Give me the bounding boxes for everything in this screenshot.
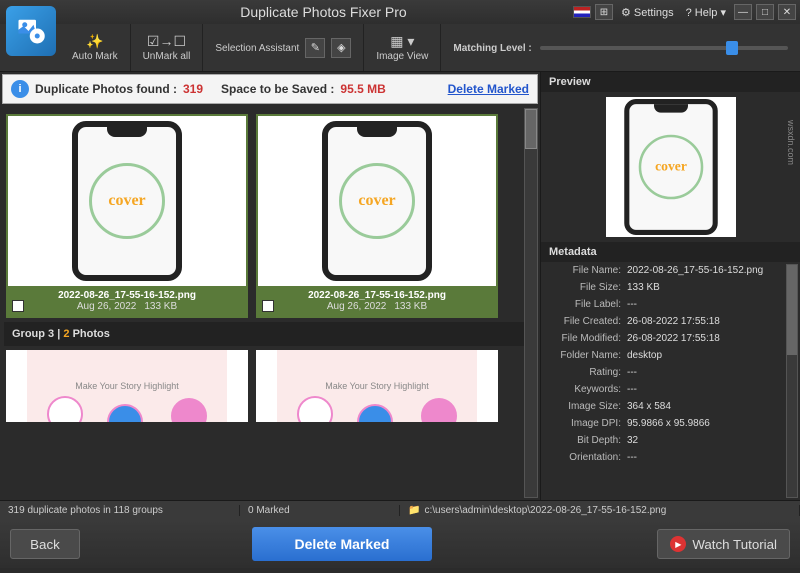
minimize-button[interactable]: — (734, 4, 752, 20)
help-button[interactable]: ? Help ▾ (686, 6, 726, 19)
toolbar: ✨ Auto Mark ☑→☐ UnMark all Selection Ass… (0, 24, 800, 72)
auto-mark-button[interactable]: ✨ Auto Mark (60, 24, 131, 71)
image-view-label: Image View (376, 51, 428, 62)
sel-assist-btn2[interactable]: ◈ (331, 38, 351, 58)
thumbnail-card[interactable]: cover 2022-08-26_17-55-16-152.png Aug 26… (256, 114, 498, 318)
back-button[interactable]: Back (10, 529, 80, 559)
grid-view-icon: ▦ ▾ (390, 33, 414, 50)
dup-found-count: 319 (183, 82, 203, 96)
scroll-thumb[interactable] (787, 265, 797, 355)
meta-created: 26-08-2022 17:55:18 (627, 316, 794, 327)
matching-level-label: Matching Level : (453, 43, 531, 54)
meta-dpi: 95.9866 x 95.9866 (627, 418, 794, 429)
thumb-size: 133 KB (144, 301, 177, 312)
slider-thumb[interactable] (726, 41, 738, 55)
meta-rating: --- (627, 367, 794, 378)
flag-icon[interactable] (573, 6, 591, 18)
wand-icon: ✨ (86, 33, 103, 50)
play-icon: ▶ (670, 536, 686, 552)
wreath-text: cover (108, 192, 145, 210)
thumb-date: Aug 26, 2022 (327, 301, 387, 312)
status-path-cell: 📁 c:\users\admin\desktop\2022-08-26_17-55… (400, 505, 800, 516)
info-bar: i Duplicate Photos found : 319 Space to … (2, 74, 538, 104)
meta-filesize: 133 KB (627, 282, 794, 293)
auto-mark-label: Auto Mark (72, 51, 118, 62)
thumbnail-card[interactable]: Make Your Story Highlight (256, 350, 498, 422)
scroll-thumb[interactable] (525, 109, 537, 149)
folder-icon: 📁 (408, 505, 420, 516)
meta-folder: desktop (627, 350, 794, 361)
dup-found-label: Duplicate Photos found : (35, 82, 177, 96)
app-title: Duplicate Photos Fixer Pro (74, 4, 573, 20)
group-name: Group 3 (12, 328, 54, 340)
maximize-button[interactable]: □ (756, 4, 774, 20)
selection-assistant: Selection Assistant ✎ ◈ (203, 24, 364, 71)
space-value: 95.5 MB (340, 82, 385, 96)
thumb-size: 133 KB (394, 301, 427, 312)
status-dup-groups: 319 duplicate photos in 118 groups (0, 505, 240, 516)
delete-marked-link[interactable]: Delete Marked (448, 82, 529, 96)
info-icon: i (11, 80, 29, 98)
meta-filelabel: --- (627, 299, 794, 310)
thumb-date: Aug 26, 2022 (77, 301, 137, 312)
delete-marked-button[interactable]: Delete Marked (252, 527, 432, 561)
thumb-filename: 2022-08-26_17-55-16-152.png (12, 290, 242, 301)
preview-header: Preview (541, 72, 800, 92)
thumbnails-area: cover 2022-08-26_17-55-16-152.png Aug 26… (0, 106, 540, 500)
story-text: Make Your Story Highlight (75, 381, 179, 391)
preview-box: cover (541, 92, 800, 242)
thumbnail-card[interactable]: cover 2022-08-26_17-55-16-152.png Aug 26… (6, 114, 248, 318)
meta-orientation: --- (627, 452, 794, 463)
metadata-scrollbar[interactable] (786, 264, 798, 498)
thumbnail-image: cover (258, 116, 496, 286)
group-count: 2 (63, 328, 69, 340)
grid-icon[interactable]: ⊞ (595, 4, 613, 20)
thumbnail-card[interactable]: Make Your Story Highlight (6, 350, 248, 422)
watermark: wsxdn.com (786, 120, 796, 165)
preview-image: cover (606, 97, 736, 237)
right-panel: Preview cover Metadata File Name:2022-08… (540, 72, 800, 500)
meta-filename: 2022-08-26_17-55-16-152.png (627, 265, 794, 276)
status-marked: 0 Marked (240, 505, 400, 516)
meta-modified: 26-08-2022 17:55:18 (627, 333, 794, 344)
meta-imagesize: 364 x 584 (627, 401, 794, 412)
image-view-button[interactable]: ▦ ▾ Image View (364, 24, 441, 71)
thumb-checkbox[interactable] (12, 300, 24, 312)
group-header: Group 3 | 2 Photos (4, 322, 536, 346)
titlebar: Duplicate Photos Fixer Pro ⊞ ⚙ Settings … (0, 0, 800, 24)
close-button[interactable]: ✕ (778, 4, 796, 20)
status-path: c:\users\admin\desktop\2022-08-26_17-55-… (424, 505, 666, 516)
statusbar: 319 duplicate photos in 118 groups 0 Mar… (0, 500, 800, 520)
watch-label: Watch Tutorial (692, 537, 777, 552)
settings-button[interactable]: ⚙ Settings (621, 6, 674, 19)
meta-keywords: --- (627, 384, 794, 395)
thumbnail-image: cover (8, 116, 246, 286)
unmark-icon: ☑→☐ (147, 33, 186, 50)
matching-level: Matching Level : (441, 42, 800, 54)
scrollbar-vertical[interactable] (524, 108, 538, 498)
thumb-filename: 2022-08-26_17-55-16-152.png (262, 290, 492, 301)
unmark-label: UnMark all (143, 51, 191, 62)
left-panel: i Duplicate Photos found : 319 Space to … (0, 72, 540, 500)
thumb-checkbox[interactable] (262, 300, 274, 312)
story-text: Make Your Story Highlight (325, 381, 429, 391)
sel-assist-label: Selection Assistant (215, 43, 299, 54)
bottombar: Back Delete Marked ▶ Watch Tutorial (0, 520, 800, 568)
metadata-header: Metadata (541, 242, 800, 262)
watch-tutorial-button[interactable]: ▶ Watch Tutorial (657, 529, 790, 559)
wreath-text: cover (358, 192, 395, 210)
app-logo (6, 6, 56, 56)
space-label: Space to be Saved : (221, 82, 334, 96)
unmark-all-button[interactable]: ☑→☐ UnMark all (131, 24, 204, 71)
meta-bitdepth: 32 (627, 435, 794, 446)
sel-assist-btn1[interactable]: ✎ (305, 38, 325, 58)
metadata-grid: File Name:2022-08-26_17-55-16-152.png Fi… (541, 262, 800, 500)
matching-level-slider[interactable] (540, 46, 788, 50)
